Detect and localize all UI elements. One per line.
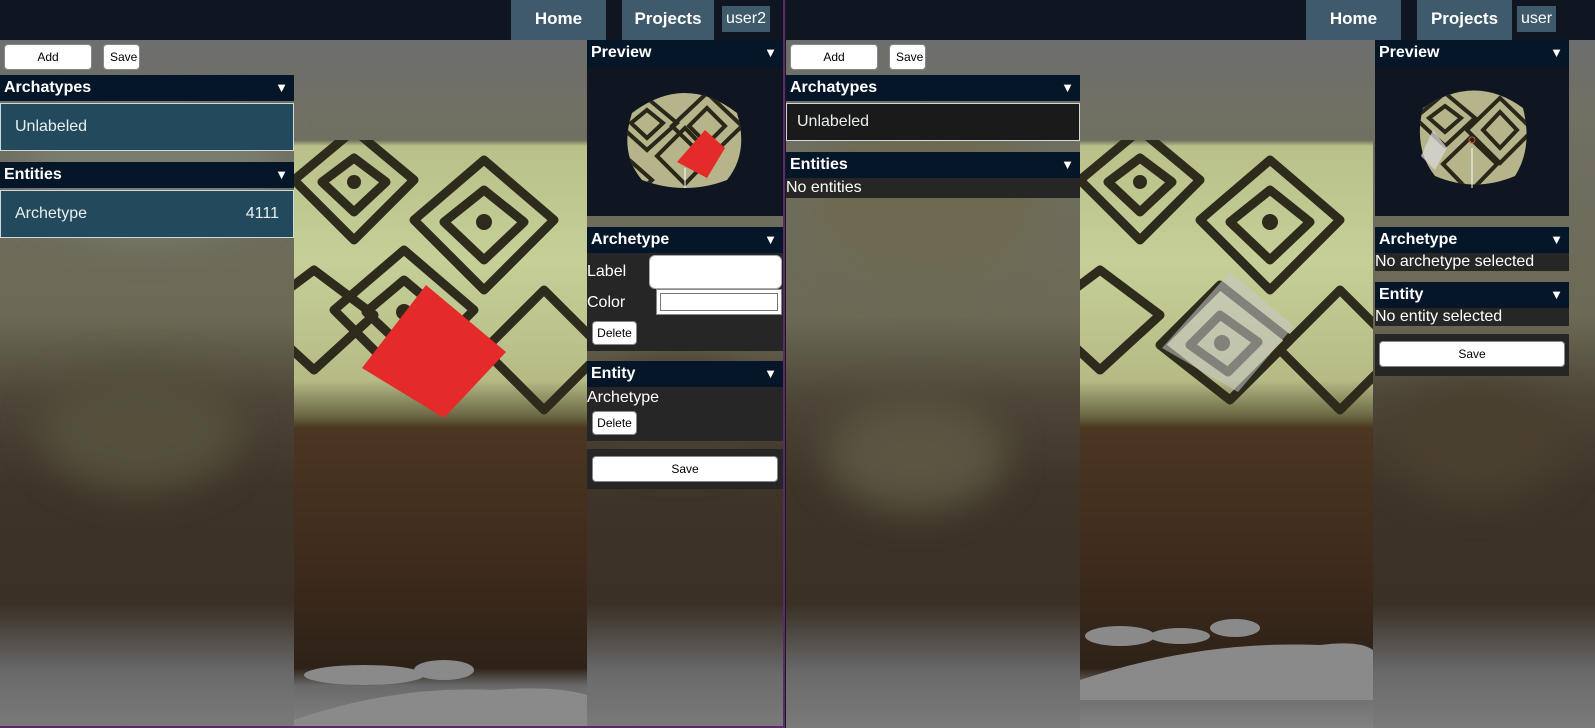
- archetype-section-header[interactable]: Archetype ▼: [1375, 227, 1569, 253]
- entity-section-header[interactable]: Entity ▼: [587, 361, 783, 387]
- home-nav-button[interactable]: Home: [511, 0, 606, 40]
- entity-section-title: Entity: [1379, 286, 1424, 303]
- save-panel: Save: [587, 449, 783, 489]
- no-archetype-text: No archetype selected: [1375, 253, 1535, 270]
- caret-down-icon[interactable]: ▼: [764, 227, 777, 253]
- caret-down-icon[interactable]: ▼: [1061, 152, 1074, 178]
- entity-item-count: 4111: [245, 205, 279, 222]
- entity-item-label: Archetype: [15, 205, 88, 222]
- preview-panel-title: Preview: [1379, 44, 1440, 61]
- top-navigation: Home Projects user2: [0, 0, 783, 40]
- label-field-label: Label: [587, 263, 627, 280]
- archetypes-panel-title: Archatypes: [790, 79, 878, 96]
- texture-strip: [294, 140, 587, 726]
- entity-details: Entity ▼ Archetype Delete: [587, 361, 783, 441]
- archetype-list-item[interactable]: Unlabeled: [786, 103, 1080, 141]
- selection-highlight[interactable]: [362, 285, 506, 418]
- preview-panel-header[interactable]: Preview ▼: [587, 40, 783, 68]
- entities-empty-state: No entities: [786, 178, 1080, 198]
- caret-down-icon[interactable]: ▼: [764, 361, 777, 387]
- archetype-details: Archetype ▼ No archetype selected: [1375, 227, 1569, 271]
- entities-panel-header[interactable]: Entities ▼: [786, 152, 1080, 178]
- entities-panel-title: Entities: [4, 166, 62, 183]
- save-toolbar-button[interactable]: Save: [889, 44, 926, 70]
- entity-details: Entity ▼ No entity selected: [1375, 282, 1569, 326]
- no-entity-text: No entity selected: [1375, 308, 1503, 325]
- entities-panel-title: Entities: [790, 156, 848, 173]
- archetype-section-title: Archetype: [591, 231, 670, 248]
- archetype-details: Archetype ▼ Label Color Delete: [587, 227, 783, 351]
- save-button[interactable]: Save: [592, 456, 778, 482]
- archetypes-panel-title: Archatypes: [4, 79, 92, 96]
- caret-down-icon[interactable]: ▼: [1550, 227, 1563, 253]
- pattern-graphic: [294, 140, 587, 726]
- add-archetype-button[interactable]: Add Archetype: [790, 44, 878, 88]
- caret-down-icon[interactable]: ▼: [764, 40, 777, 66]
- delete-archetype-button[interactable]: Delete: [592, 321, 637, 345]
- preview-viewport[interactable]: [587, 68, 783, 216]
- archetypes-panel-header[interactable]: Archatypes ▼: [0, 75, 294, 101]
- no-entities-text: No entities: [786, 179, 862, 196]
- projects-nav-button[interactable]: Projects: [1417, 0, 1512, 40]
- right-annotator-window: Home Projects user Add Archetype Save Ar…: [786, 0, 1595, 728]
- user-badge[interactable]: user2: [722, 6, 771, 32]
- archetype-item-label: Unlabeled: [797, 113, 870, 130]
- caret-down-icon[interactable]: ▼: [275, 162, 288, 188]
- user-badge[interactable]: user: [1517, 6, 1557, 32]
- save-toolbar-button[interactable]: Save: [103, 44, 140, 70]
- top-navigation: Home Projects user: [786, 0, 1595, 40]
- caret-down-icon[interactable]: ▼: [1550, 40, 1563, 66]
- archetypes-panel-header[interactable]: Archatypes ▼: [786, 75, 1080, 101]
- save-button[interactable]: Save: [1379, 341, 1565, 367]
- texture-strip: [1080, 140, 1373, 728]
- preview-pot-graphic: [1419, 90, 1527, 188]
- archetype-item-label: Unlabeled: [15, 118, 88, 135]
- archetype-section-title: Archetype: [1379, 231, 1458, 248]
- preview-pot-graphic: [627, 93, 742, 188]
- delete-entity-button[interactable]: Delete: [592, 411, 637, 435]
- color-field-label: Color: [587, 294, 626, 311]
- entity-section-title: Entity: [591, 365, 636, 382]
- caret-down-icon[interactable]: ▼: [1061, 75, 1074, 101]
- archetype-section-header[interactable]: Archetype ▼: [587, 227, 783, 253]
- caret-down-icon[interactable]: ▼: [275, 75, 288, 101]
- archetype-list-item[interactable]: Unlabeled: [0, 103, 294, 151]
- caret-down-icon[interactable]: ▼: [1550, 282, 1563, 308]
- home-nav-button[interactable]: Home: [1306, 0, 1401, 40]
- entity-archetype-value: Archetype: [587, 389, 660, 406]
- preview-panel-title: Preview: [591, 44, 652, 61]
- preview-panel-header[interactable]: Preview ▼: [1375, 40, 1569, 68]
- archetype-color-picker[interactable]: [656, 289, 782, 315]
- entity-list-item[interactable]: Archetype 4111: [0, 190, 294, 238]
- archetype-label-input[interactable]: [649, 255, 782, 289]
- preview-viewport[interactable]: [1375, 68, 1569, 216]
- projects-nav-button[interactable]: Projects: [622, 0, 714, 40]
- add-archetype-button[interactable]: Add Archetype: [4, 44, 92, 88]
- left-annotator-window: Home Projects user2 Add Archetype Save A…: [0, 0, 785, 728]
- entities-panel-header[interactable]: Entities ▼: [0, 162, 294, 188]
- entity-section-header[interactable]: Entity ▼: [1375, 282, 1569, 308]
- pattern-graphic: [1080, 140, 1373, 700]
- save-panel: Save: [1375, 334, 1569, 376]
